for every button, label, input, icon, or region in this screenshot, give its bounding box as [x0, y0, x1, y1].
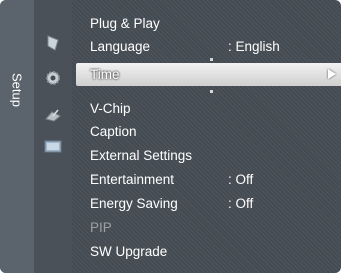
menu-item-plug-and-play[interactable]: Plug & Play	[72, 12, 337, 35]
menu-item-energy-saving[interactable]: Energy Saving : Off	[72, 192, 337, 215]
menu-item-label: Caption	[90, 124, 137, 139]
menu-item-v-chip[interactable]: V-Chip	[72, 97, 337, 120]
menu-item-time[interactable]: Time	[76, 63, 341, 86]
category-label: Setup	[9, 73, 25, 107]
menu-item-value: : Off	[228, 196, 254, 211]
submenu-arrow-icon	[328, 69, 336, 79]
separator-dot	[210, 90, 213, 93]
menu-item-value: : Off	[228, 172, 254, 187]
menu-item-external-settings[interactable]: External Settings	[72, 144, 337, 167]
menu-item-label: Time	[90, 67, 120, 82]
menu-item-label: External Settings	[90, 148, 193, 163]
menu-item-value: : English	[228, 39, 280, 54]
menu-item-label: Energy Saving	[90, 196, 178, 211]
menu-item-caption[interactable]: Caption	[72, 120, 337, 143]
input-icon[interactable]	[42, 136, 64, 158]
menu-item-label: Language	[90, 39, 151, 54]
menu-item-label: SW Upgrade	[90, 244, 168, 259]
menu-item-entertainment[interactable]: Entertainment : Off	[72, 168, 337, 191]
category-tab[interactable]: Setup	[0, 0, 34, 273]
category-icon-column	[34, 0, 72, 273]
menu-item-label: Entertainment	[90, 172, 175, 187]
picture-icon[interactable]	[42, 32, 64, 54]
setup-menu-window: Setup Plug & Play Language: English Tim…	[0, 0, 341, 273]
setup-menu-list: Plug & Play Language : English Time V-Ch…	[72, 0, 341, 273]
gear-icon[interactable]	[42, 67, 64, 89]
menu-item-sw-upgrade[interactable]: SW Upgrade	[72, 240, 337, 263]
menu-item-pip: PIP	[72, 216, 337, 239]
menu-item-label: Plug & Play	[90, 16, 160, 31]
menu-item-label: V-Chip	[90, 101, 131, 116]
satellite-dish-icon[interactable]	[42, 104, 64, 126]
menu-item-language[interactable]: Language : English	[72, 35, 337, 58]
menu-item-label: PIP	[90, 220, 112, 235]
separator-dot	[210, 58, 213, 61]
